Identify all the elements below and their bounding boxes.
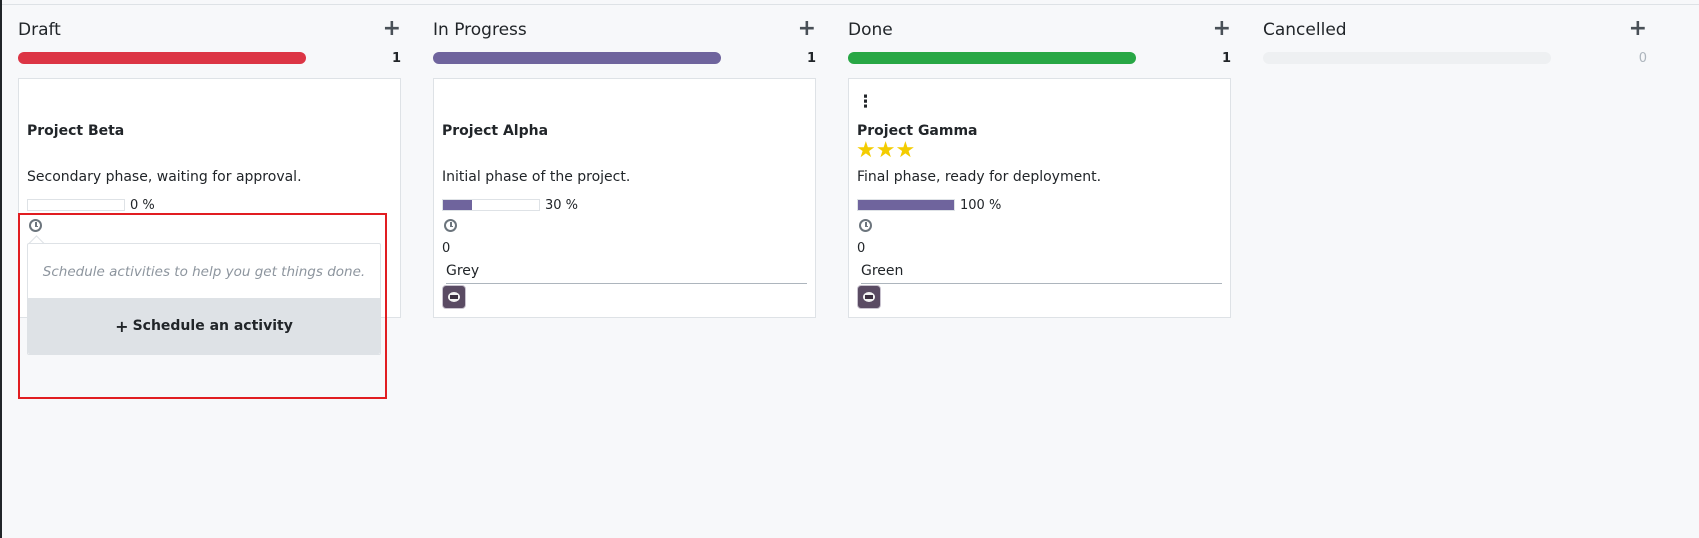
color-label: Grey bbox=[446, 263, 480, 279]
column-record-count: 1 bbox=[1221, 51, 1231, 66]
column-progress-bar[interactable] bbox=[848, 52, 1136, 64]
card-progress: 0 % bbox=[27, 197, 155, 213]
column-title: Cancelled bbox=[1263, 20, 1347, 40]
kebab-menu-icon[interactable]: ⋮ bbox=[857, 93, 874, 111]
highlight-frame bbox=[18, 213, 387, 399]
activity-count: 0 bbox=[442, 241, 451, 256]
user-avatar-icon[interactable] bbox=[442, 285, 466, 309]
progress-fill bbox=[443, 200, 472, 210]
progress-label: 100 % bbox=[960, 197, 1002, 213]
card-progress: 30 % bbox=[442, 197, 579, 213]
progress-label: 30 % bbox=[545, 197, 579, 213]
activity-clock-icon[interactable] bbox=[444, 219, 457, 232]
column-progress-bar[interactable] bbox=[433, 52, 721, 64]
color-label: Green bbox=[861, 263, 904, 279]
user-avatar-icon[interactable] bbox=[857, 285, 881, 309]
column-title: Done bbox=[848, 20, 893, 40]
progress-track bbox=[857, 199, 955, 211]
progress-label: 0 % bbox=[130, 197, 155, 213]
kanban-column-cancelled: Cancelled + 0 bbox=[1263, 0, 1647, 538]
column-title: Draft bbox=[18, 20, 61, 40]
progress-track bbox=[27, 199, 125, 211]
card-description: Final phase, ready for deployment. bbox=[857, 169, 1102, 185]
column-record-count: 0 bbox=[1638, 51, 1647, 66]
card-title: Project Alpha bbox=[442, 123, 549, 139]
column-title: In Progress bbox=[433, 20, 527, 40]
column-record-count: 1 bbox=[391, 51, 401, 66]
card-divider bbox=[446, 283, 807, 284]
card-description: Initial phase of the project. bbox=[442, 169, 631, 185]
activity-count: 0 bbox=[857, 241, 866, 256]
card-description: Secondary phase, waiting for approval. bbox=[27, 169, 302, 185]
add-record-plus-icon[interactable]: + bbox=[1629, 18, 1647, 40]
add-record-plus-icon[interactable]: + bbox=[798, 18, 816, 40]
kanban-column-done: Done + 1 ⋮ Project Gamma ★★★ Final phase… bbox=[848, 0, 1231, 538]
progress-fill bbox=[858, 200, 954, 210]
card-progress: 100 % bbox=[857, 197, 1002, 213]
activity-clock-icon[interactable] bbox=[859, 219, 872, 232]
kanban-card-project-alpha[interactable]: Project Alpha Initial phase of the proje… bbox=[433, 78, 816, 318]
left-edge-border bbox=[0, 0, 2, 538]
kanban-card-project-gamma[interactable]: ⋮ Project Gamma ★★★ Final phase, ready f… bbox=[848, 78, 1231, 318]
progress-track bbox=[442, 199, 540, 211]
column-progress-bar bbox=[1263, 52, 1551, 64]
add-record-plus-icon[interactable]: + bbox=[1213, 18, 1231, 40]
card-title: Project Beta bbox=[27, 123, 125, 139]
column-record-count: 1 bbox=[806, 51, 816, 66]
kanban-column-in-progress: In Progress + 1 Project Alpha Initial ph… bbox=[433, 0, 816, 538]
card-divider bbox=[861, 283, 1222, 284]
column-progress-bar[interactable] bbox=[18, 52, 306, 64]
priority-star-icons[interactable]: ★★★ bbox=[856, 140, 915, 162]
card-title: Project Gamma bbox=[857, 123, 978, 139]
add-record-plus-icon[interactable]: + bbox=[383, 18, 401, 40]
